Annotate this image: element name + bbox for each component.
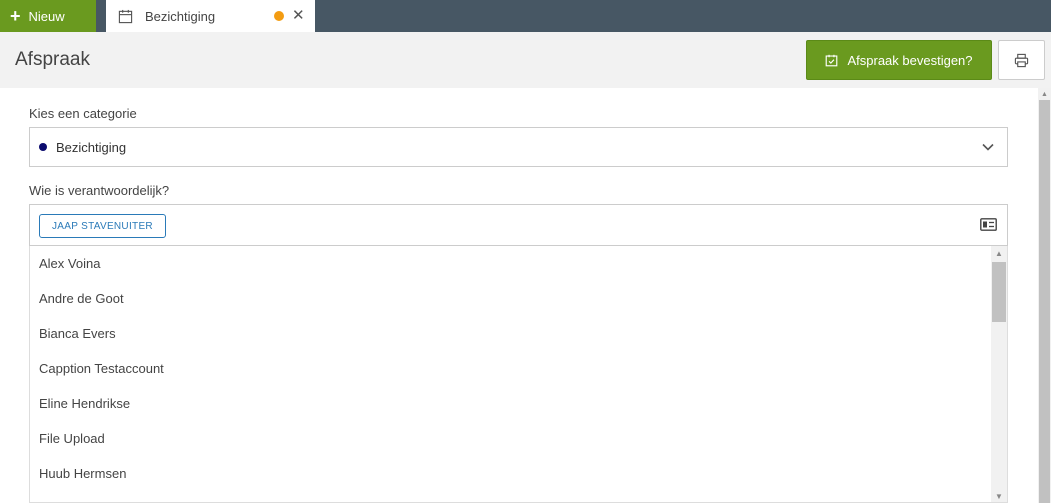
- form-content: Kies een categorie Bezichtiging Wie is v…: [0, 88, 1038, 503]
- responsible-label: Wie is verantwoordelijk?: [29, 183, 170, 198]
- page-scrollbar[interactable]: ▲: [1038, 88, 1051, 503]
- top-bar: + Nieuw Bezichtiging ✕: [0, 0, 1051, 32]
- plus-icon: +: [10, 6, 21, 26]
- tab-label: Bezichtiging: [145, 8, 216, 24]
- dropdown-item[interactable]: Eline Hendrikse: [30, 386, 1007, 421]
- dropdown-scrollbar[interactable]: ▲ ▼: [991, 246, 1007, 502]
- dropdown-item[interactable]: Capption Testaccount: [30, 351, 1007, 386]
- tab-bezichtiging[interactable]: Bezichtiging ✕: [106, 0, 315, 32]
- scroll-down-icon[interactable]: ▼: [991, 489, 1007, 502]
- confirm-appointment-button[interactable]: Afspraak bevestigen?: [806, 40, 992, 80]
- responsible-chip[interactable]: JAAP STAVENUITER: [39, 214, 166, 238]
- print-button[interactable]: [998, 40, 1045, 80]
- scroll-up-icon[interactable]: ▲: [991, 246, 1007, 260]
- close-tab-icon[interactable]: ✕: [292, 6, 305, 24]
- page-scroll-up-icon[interactable]: ▲: [1038, 88, 1051, 100]
- page-title: Afspraak: [15, 49, 90, 70]
- dropdown-item[interactable]: Bianca Evers: [30, 316, 1007, 351]
- calendar-icon: [118, 9, 133, 23]
- responsible-input[interactable]: JAAP STAVENUITER: [29, 204, 1008, 246]
- unsaved-indicator-icon: [274, 11, 284, 21]
- dropdown-item[interactable]: Alex Voina: [30, 246, 1007, 281]
- dropdown-scroll-thumb[interactable]: [992, 262, 1006, 322]
- confirm-button-label: Afspraak bevestigen?: [847, 52, 973, 68]
- new-button-label: Nieuw: [28, 8, 65, 24]
- responsible-dropdown: Alex Voina Andre de Goot Bianca Evers Ca…: [29, 246, 1008, 503]
- calendar-check-icon: [826, 54, 838, 66]
- category-value: Bezichtiging: [56, 139, 127, 155]
- page-scroll-thumb[interactable]: [1039, 100, 1050, 503]
- new-button[interactable]: + Nieuw: [0, 0, 96, 32]
- dropdown-item[interactable]: Andre de Goot: [30, 281, 1007, 316]
- dropdown-item[interactable]: Huub Hermsen: [30, 456, 1007, 491]
- category-select[interactable]: Bezichtiging: [29, 127, 1008, 167]
- printer-icon: [1014, 53, 1029, 67]
- category-label: Kies een categorie: [29, 106, 137, 121]
- dropdown-item[interactable]: File Upload: [30, 421, 1007, 456]
- contact-card-icon[interactable]: [980, 218, 997, 231]
- category-color-icon: [39, 143, 47, 151]
- chevron-down-icon: [982, 143, 994, 151]
